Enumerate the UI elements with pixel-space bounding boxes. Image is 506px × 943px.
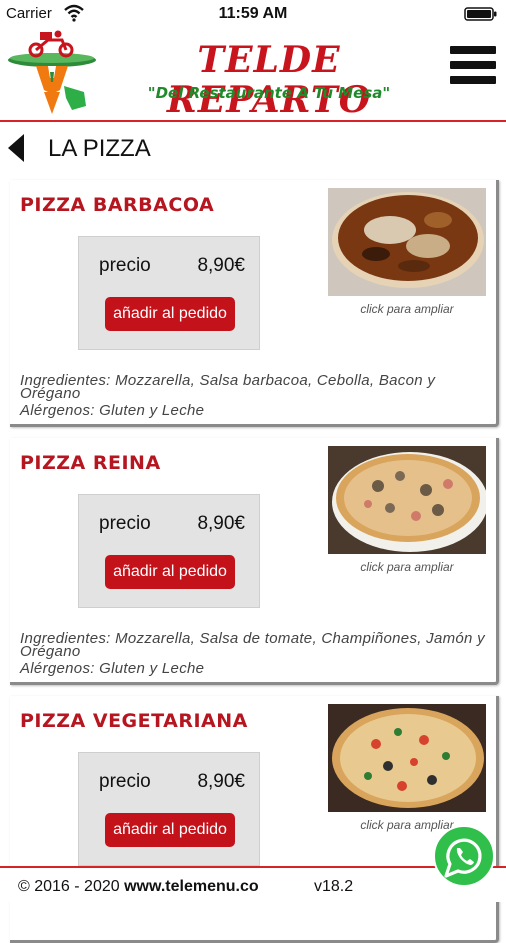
copyright-text: © 2016 - 2020 bbox=[18, 878, 125, 895]
whatsapp-icon[interactable] bbox=[432, 824, 496, 888]
brand-tagline: "Del Restaurante A Tu Mesa" bbox=[147, 84, 391, 102]
product-card-reina: PIZZA REINA precio 8,90€ añadir al pedid… bbox=[10, 438, 499, 685]
app-header: TELDE REPARTO "Del Restaurante A Tu Mesa… bbox=[0, 28, 506, 122]
battery-icon bbox=[464, 7, 497, 21]
status-bar: Carrier 11:59 AM bbox=[0, 0, 506, 28]
copyright: © 2016 - 2020 www.telemenu.co bbox=[18, 878, 259, 896]
back-arrow-icon[interactable] bbox=[8, 134, 24, 162]
allergens-text: Alérgenos: Gluten y Leche bbox=[20, 402, 205, 419]
enlarge-hint: click para ampliar bbox=[360, 302, 454, 316]
product-card-vegetariana: PIZZA VEGETARIANA precio 8,90€ añadir al… bbox=[10, 696, 499, 943]
site-link[interactable]: www.telemenu.co bbox=[124, 878, 259, 895]
price-value: 8,90€ bbox=[197, 513, 245, 534]
product-card-barbacoa: PIZZA BARBACOA precio 8,90€ añadir al pe… bbox=[10, 180, 499, 427]
ingredients-text: Ingredientes: Mozzarella, Salsa de tomat… bbox=[20, 630, 485, 660]
price-box: precio 8,90€ añadir al pedido bbox=[78, 752, 260, 866]
price-label: precio bbox=[99, 771, 151, 792]
add-to-order-button[interactable]: añadir al pedido bbox=[105, 813, 235, 847]
price-label: precio bbox=[99, 513, 151, 534]
pizza-reina-photo[interactable] bbox=[328, 446, 486, 554]
clock: 11:59 AM bbox=[218, 5, 288, 22]
page-title: LA PIZZA bbox=[48, 135, 151, 162]
delivery-logo-icon[interactable] bbox=[6, 30, 102, 116]
add-to-order-button[interactable]: añadir al pedido bbox=[105, 297, 235, 331]
price-value: 8,90€ bbox=[197, 255, 245, 276]
hamburger-menu-icon[interactable] bbox=[450, 46, 496, 90]
pizza-barbacoa-photo[interactable] bbox=[328, 188, 486, 296]
price-value: 8,90€ bbox=[197, 771, 245, 792]
pizza-vegetariana-photo[interactable] bbox=[328, 704, 486, 812]
price-label: precio bbox=[99, 255, 151, 276]
product-name: PIZZA VEGETARIANA bbox=[20, 710, 248, 732]
product-name: PIZZA REINA bbox=[20, 452, 161, 474]
brand-title: TELDE REPARTO bbox=[166, 39, 372, 121]
section-header: LA PIZZA bbox=[0, 122, 506, 174]
price-box: precio 8,90€ añadir al pedido bbox=[78, 494, 260, 608]
enlarge-hint: click para ampliar bbox=[360, 560, 454, 574]
app-version: v18.2 bbox=[314, 878, 354, 895]
add-to-order-button[interactable]: añadir al pedido bbox=[105, 555, 235, 589]
app-footer: © 2016 - 2020 www.telemenu.co v18.2 bbox=[0, 866, 506, 902]
product-name: PIZZA BARBACOA bbox=[20, 194, 215, 216]
price-box: precio 8,90€ añadir al pedido bbox=[78, 236, 260, 350]
ingredients-text: Ingredientes: Mozzarella, Salsa barbacoa… bbox=[20, 372, 436, 402]
allergens-text: Alérgenos: Gluten y Leche bbox=[20, 660, 205, 677]
